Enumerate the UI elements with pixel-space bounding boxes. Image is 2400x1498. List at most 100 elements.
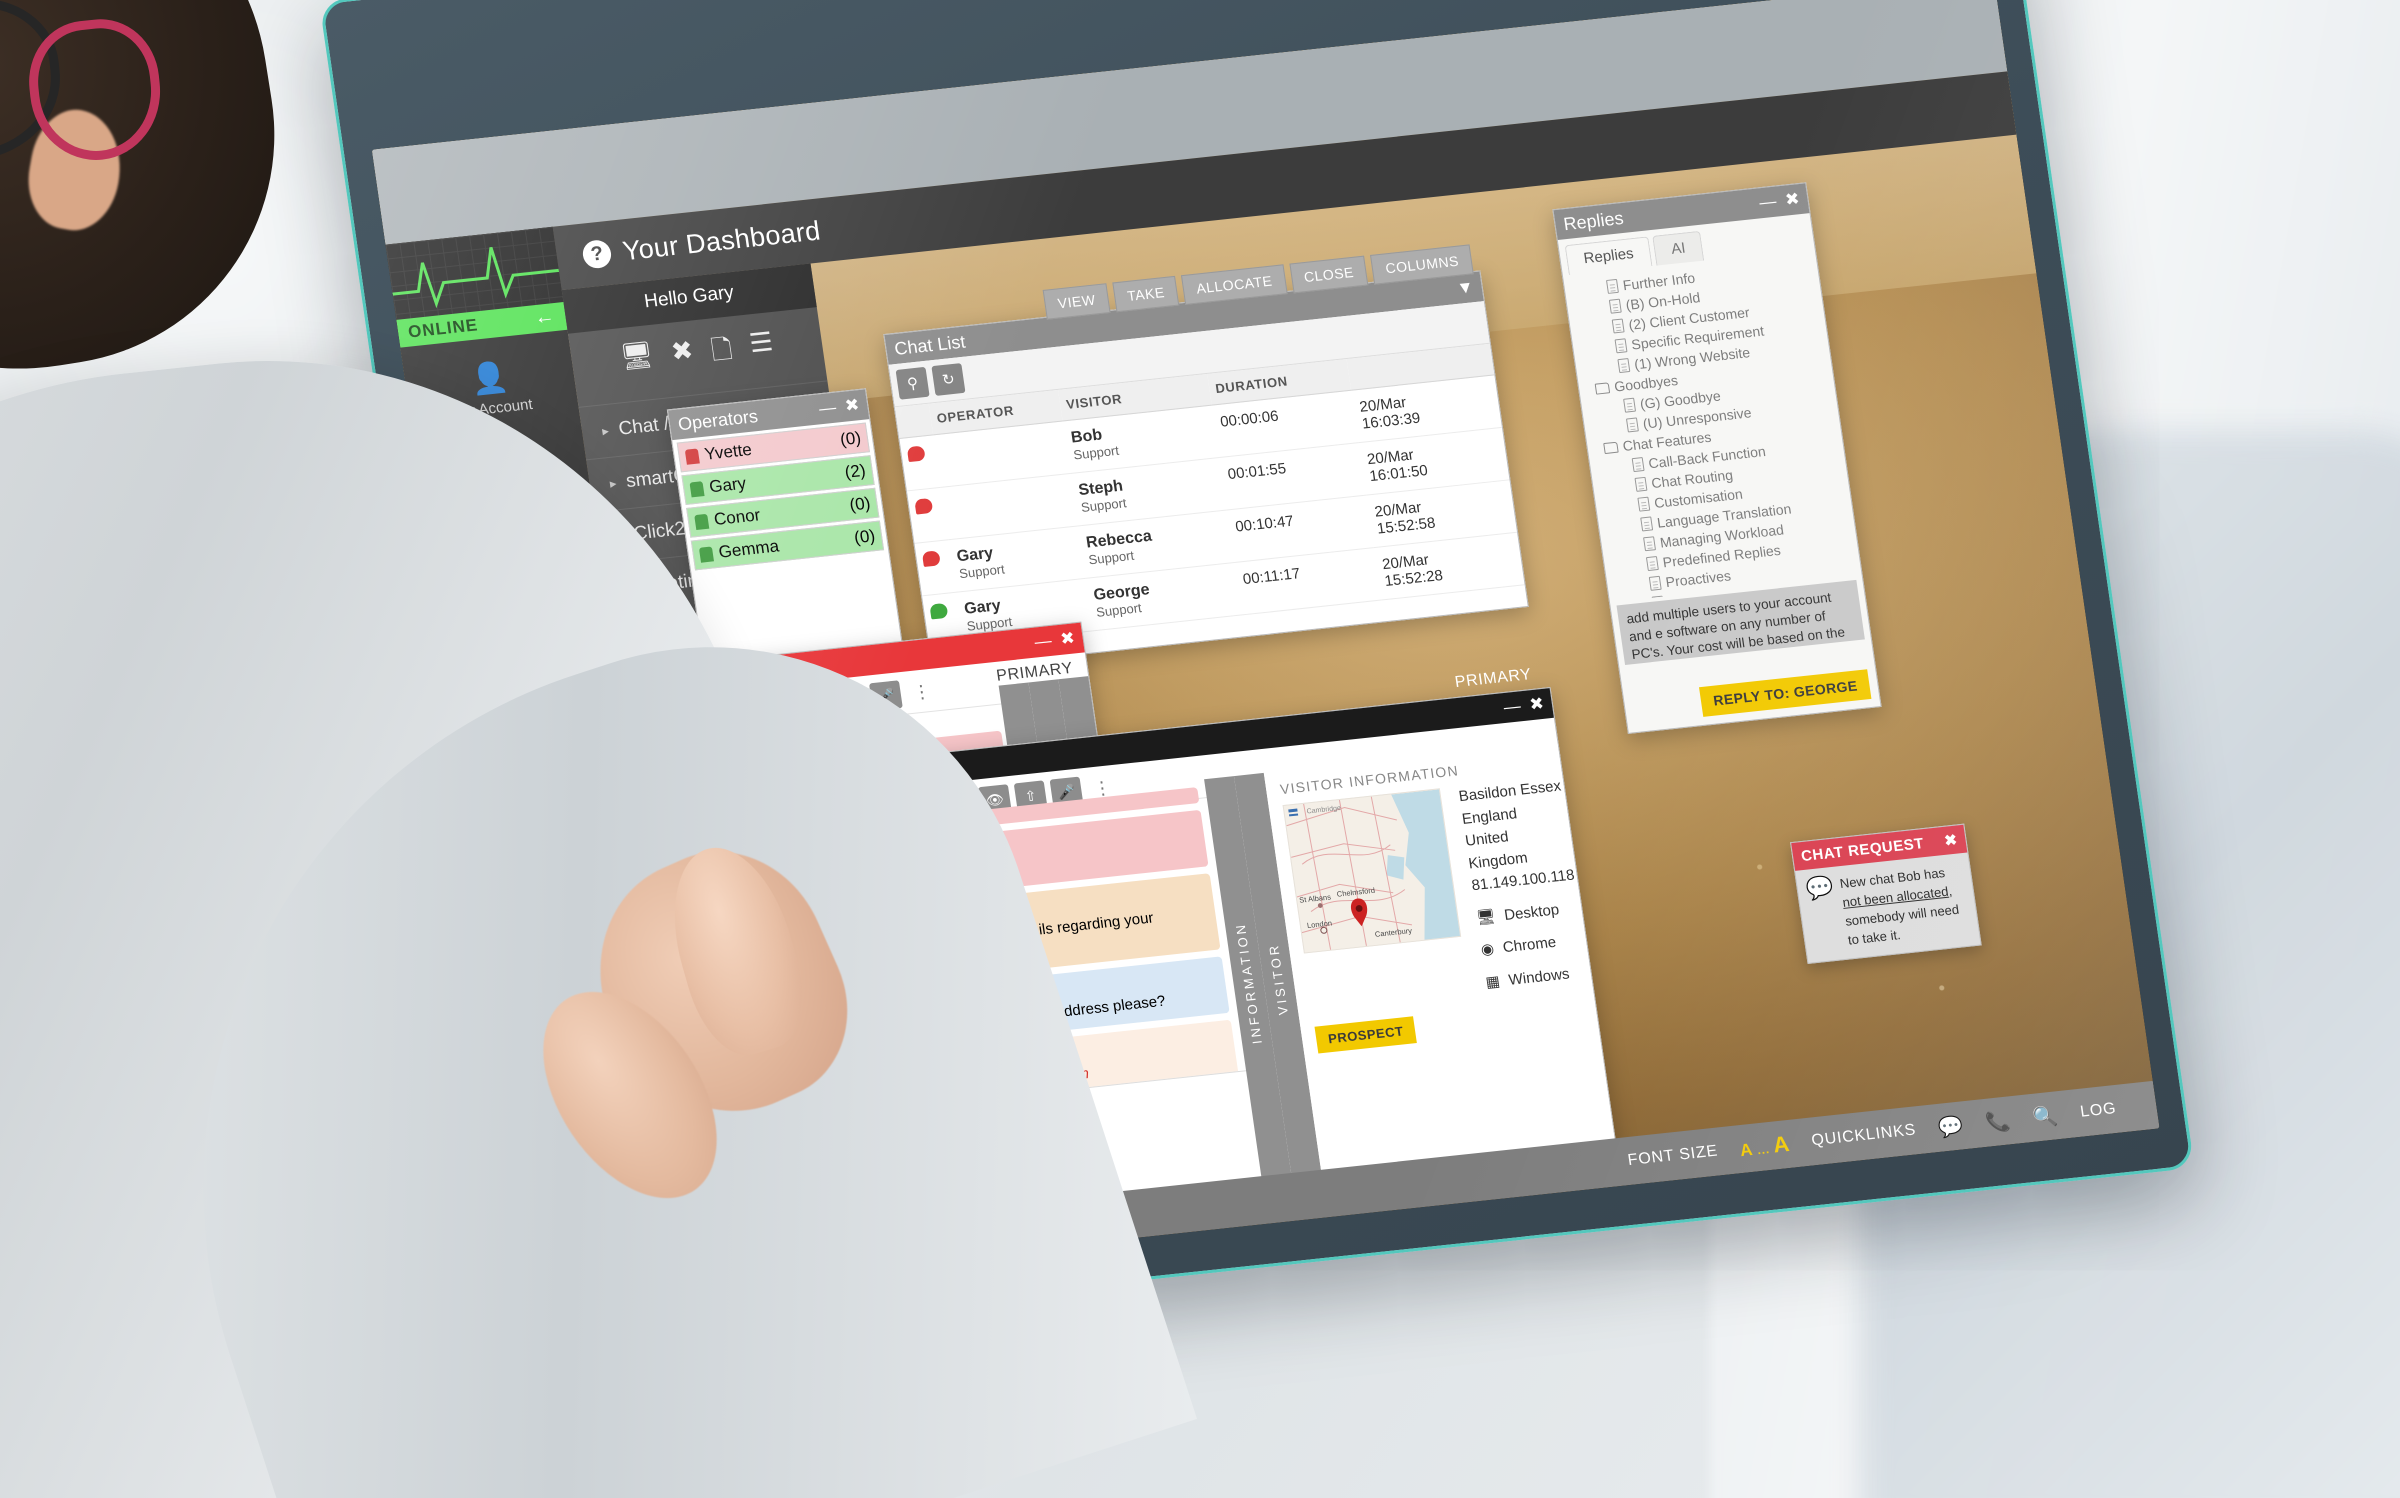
search-icon[interactable]: 🔍 <box>2031 1103 2060 1130</box>
rail-item-label: Dashboard <box>500 704 577 730</box>
font-large-button[interactable]: A <box>1771 1131 1791 1159</box>
chat-status-icon <box>906 445 926 463</box>
editor-format-bar: B <box>835 1111 887 1233</box>
document-icon <box>1631 457 1645 473</box>
visitor-device: Desktop <box>1503 900 1561 924</box>
message-author: System <box>640 796 695 819</box>
operators-list: Yvette (0) Gary (2) Conor (0) Gemma (0) <box>673 422 888 571</box>
help-icon[interactable]: ? <box>581 238 613 270</box>
george-message-list[interactable]: System - 15:52:36 Gary has taken the cha… <box>793 779 1263 1233</box>
prospect-status-button[interactable]: PROSPECT <box>1314 1016 1418 1054</box>
operator-count: (0) <box>848 493 872 515</box>
operators-window: Operators — ✖ Yvette (0) Gary (2) Conor … <box>666 388 903 667</box>
expand-icon[interactable]: ✖ <box>669 335 697 381</box>
monitor-icon[interactable]: 🖥 <box>618 339 657 386</box>
operator-online-icon <box>689 480 705 497</box>
minimize-icon[interactable]: — <box>818 398 838 420</box>
tab-ai[interactable]: AI <box>1652 230 1705 266</box>
list-icon[interactable]: ☰ <box>747 326 776 372</box>
monitor-screen-bezel: ? Your Dashboard ONLINE ← 👤 My Account ⚙… <box>371 0 2160 1302</box>
minimize-icon[interactable]: — <box>1033 631 1053 653</box>
close-icon[interactable]: ✖ <box>1943 831 1958 850</box>
document-icon <box>1648 575 1662 591</box>
message-author: Rebecca <box>649 859 712 882</box>
phone-icon[interactable]: 📞 <box>1984 1108 2013 1135</box>
chrome-icon: ◉ <box>1479 940 1496 959</box>
chat-status-icon <box>921 550 941 568</box>
chart-icon: 📈 <box>502 592 544 629</box>
operator-count: (0) <box>838 428 863 450</box>
document-icon <box>1623 397 1637 413</box>
window-controls: ▼ <box>1455 277 1475 299</box>
window-controls: — ✖ <box>1033 628 1076 652</box>
collapse-icon[interactable]: ← <box>533 305 557 330</box>
bold-button[interactable]: B <box>846 1123 863 1147</box>
document-icon <box>1634 476 1648 492</box>
operator-name: Yvette <box>703 439 754 464</box>
eye-icon[interactable]: 👁 <box>797 687 832 719</box>
operator-name: Conor <box>712 505 762 529</box>
close-icon[interactable]: ✖ <box>1784 189 1801 210</box>
minimize-icon[interactable]: — <box>1502 696 1522 718</box>
close-icon[interactable]: ✖ <box>844 395 861 416</box>
window-controls: — ✖ <box>818 395 861 419</box>
operator-offline-icon <box>684 447 700 465</box>
refresh-icon[interactable]: ↻ <box>931 363 966 396</box>
refresh-icon[interactable]: ↻ <box>618 707 653 738</box>
rail-item-label: My Account <box>454 395 534 421</box>
quicklinks-label: QUICKLINKS <box>1810 1121 1918 1150</box>
chat-icon[interactable]: 💬 <box>1936 1113 1966 1140</box>
operator-online-icon <box>694 513 710 530</box>
transcript-icon[interactable]: ☰ <box>654 703 688 735</box>
message-time: 15:54:29 <box>887 909 942 931</box>
gear-icon: ⚙ <box>485 438 517 474</box>
message-author: Rebecca <box>658 922 721 945</box>
close-icon[interactable]: ✖ <box>1528 694 1545 715</box>
visitor-os: Windows <box>1507 965 1571 989</box>
minimize-icon[interactable]: — <box>1758 192 1778 214</box>
upload-icon[interactable]: ⇧ <box>833 684 868 715</box>
close-icon[interactable]: ✖ <box>1059 628 1076 649</box>
log-label[interactable]: LOG <box>2079 1100 2118 1122</box>
window-controls: — ✖ <box>1502 694 1545 718</box>
chevron-right-icon: ▸ <box>631 632 641 649</box>
search-icon[interactable]: ⚲ <box>895 366 930 400</box>
font-size-label: FONT SIZE <box>1626 1142 1720 1170</box>
operator-name: Gemma <box>717 536 781 562</box>
contact-card-icon[interactable]: 📄 <box>725 695 760 727</box>
reply-to-button[interactable]: REPLY TO: GEORGE <box>1699 669 1872 717</box>
visitor-device-row: 🖥 Desktop <box>1475 896 1583 929</box>
chevron-right-icon: ▸ <box>601 422 610 439</box>
operators-title: Operators <box>676 405 760 434</box>
transfer-icon[interactable]: ➞ <box>761 691 796 723</box>
more-icon[interactable]: ⋮ <box>911 680 933 703</box>
visitor-browser-row: ◉ Chrome <box>1479 929 1587 962</box>
chat-list-title: Chat List <box>893 331 967 359</box>
document-icon <box>1605 278 1619 294</box>
rail-item-dashboard[interactable]: 🖥 Dashboard <box>447 650 625 745</box>
font-small-button[interactable]: A <box>1739 1140 1755 1161</box>
visitor-os-row: ▦ Windows <box>1484 961 1592 994</box>
message-author: Gary <box>836 1001 872 1022</box>
bold-button[interactable]: B <box>670 1056 687 1080</box>
message-author: George <box>824 916 878 938</box>
message-time: 15:5 <box>721 855 750 873</box>
mic-icon[interactable]: 🎤 <box>868 680 903 712</box>
chevron-right-icon: ▸ <box>616 527 625 544</box>
link-icon[interactable]: 🔗 <box>689 699 724 731</box>
column-status[interactable] <box>894 403 934 439</box>
message-author: System <box>815 853 870 875</box>
italic-button[interactable]: I <box>679 1093 689 1116</box>
desktop-icon: 🖥 <box>1475 907 1497 927</box>
replies-tree: Further Info (B) On-Hold (2) Client Cust… <box>1563 249 1862 603</box>
visitor-location-info: Basildon Essex England United Kingdom 81… <box>1457 775 1592 994</box>
rail-item-label: Settings <box>476 474 534 497</box>
sort-icon[interactable]: ▼ <box>1455 277 1475 299</box>
operator-online-icon <box>698 545 714 563</box>
document-icon <box>1617 358 1631 374</box>
code-document-icon: ▤ <box>495 515 529 551</box>
message-time: 16:0 <box>730 918 759 936</box>
copy-icon[interactable]: 🗋 <box>709 331 736 377</box>
primary-label: PRIMARY <box>1453 666 1533 692</box>
visitor-map[interactable]: St Albans Chelmsford London Canterbury C… <box>1282 788 1461 954</box>
